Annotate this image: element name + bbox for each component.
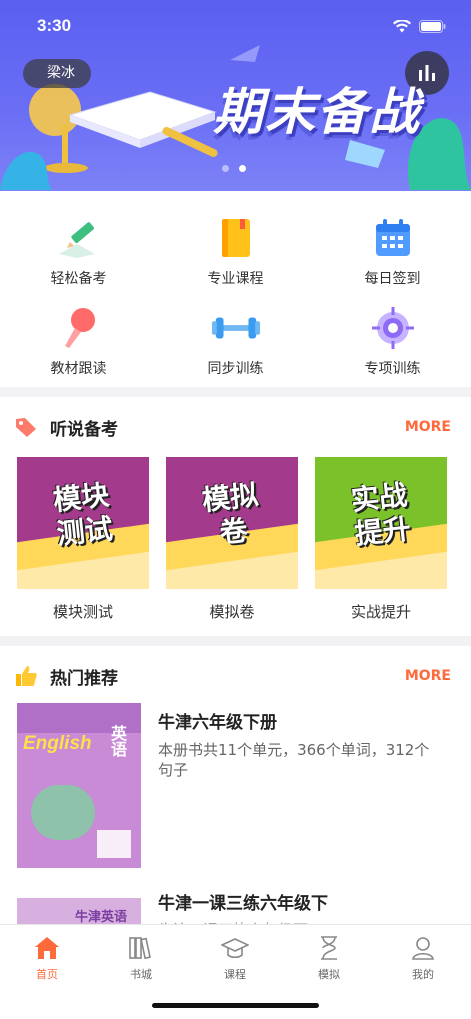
card-caption: 模块测试 [52,603,113,621]
listening-card[interactable]: 实战 提升 实战提升 [315,457,447,622]
menu-item-sync-training[interactable]: 同步训练 [157,304,314,378]
banner-carousel[interactable]: 3:30 梁冰 期末备战 [0,0,471,191]
microphone-icon [64,308,95,348]
recommend-section-header: 热门推荐 MORE [0,656,471,696]
banner-title: 期末备战 [213,83,421,141]
section-title: 听说备考 [50,419,118,440]
card-caption: 模拟卷 [209,603,255,621]
tag-icon [16,418,36,437]
listening-section-header: 听说备考 MORE [0,407,471,447]
thumbs-up-icon [16,666,37,686]
card-cover: 模块 测试 [17,457,149,589]
tab-mine[interactable]: 我的 [376,935,470,982]
listening-card[interactable]: 模块 测试 模块测试 [17,457,149,622]
menu-item-pro-course[interactable]: 专业课程 [157,214,314,288]
user-name-chip[interactable]: 梁冰 [23,59,91,88]
divider [0,387,471,397]
carousel-dot[interactable] [222,165,229,172]
listening-card[interactable]: 模拟卷 模拟卷 [166,457,298,622]
carousel-dots[interactable] [222,165,246,172]
hourglass-icon [321,936,337,960]
card-cover: 实战 提升 [315,457,447,589]
recommend-title: 牛津一课三练六年级下 [158,894,328,914]
target-icon [371,307,414,349]
recommend-title: 牛津六年级下册 [158,713,277,733]
menu-item-special-training[interactable]: 专项训练 [314,304,471,378]
recommend-desc: 本册书共11个单元，366个单词，312个句子 [158,741,430,779]
menu-item-easy-prep[interactable]: 轻松备考 [0,214,157,288]
tab-bookstore[interactable]: 书城 [94,935,188,982]
pencil-icon [58,222,95,258]
feature-menu: 轻松备考 专业课程 每日签到 教材跟读 同步训练 专项训练 [0,200,471,384]
bookshelf-icon [129,937,151,960]
card-caption: 实战提升 [350,603,411,621]
tab-mock[interactable]: 模拟 [282,935,376,982]
home-icon [35,937,59,959]
dumbbell-icon [211,317,260,339]
calendar-icon [375,219,410,256]
menu-item-daily-checkin[interactable]: 每日签到 [314,214,471,288]
tab-home[interactable]: 首页 [0,935,94,982]
home-indicator [152,1003,319,1008]
card-cover: 模拟卷 [166,457,298,589]
section-title: 热门推荐 [50,668,118,689]
more-link[interactable]: MORE [405,419,451,435]
graduation-cap-icon [221,938,249,959]
tab-course[interactable]: 课程 [188,935,282,982]
book-cover: 牛津英语 [17,884,141,924]
divider [0,636,471,646]
menu-item-textbook-read[interactable]: 教材跟读 [0,304,157,378]
book-icon [221,219,250,257]
more-link[interactable]: MORE [405,668,451,684]
profile-icon [412,937,434,960]
carousel-dot-active[interactable] [239,165,246,172]
book-cover: English 英语 [17,703,141,868]
